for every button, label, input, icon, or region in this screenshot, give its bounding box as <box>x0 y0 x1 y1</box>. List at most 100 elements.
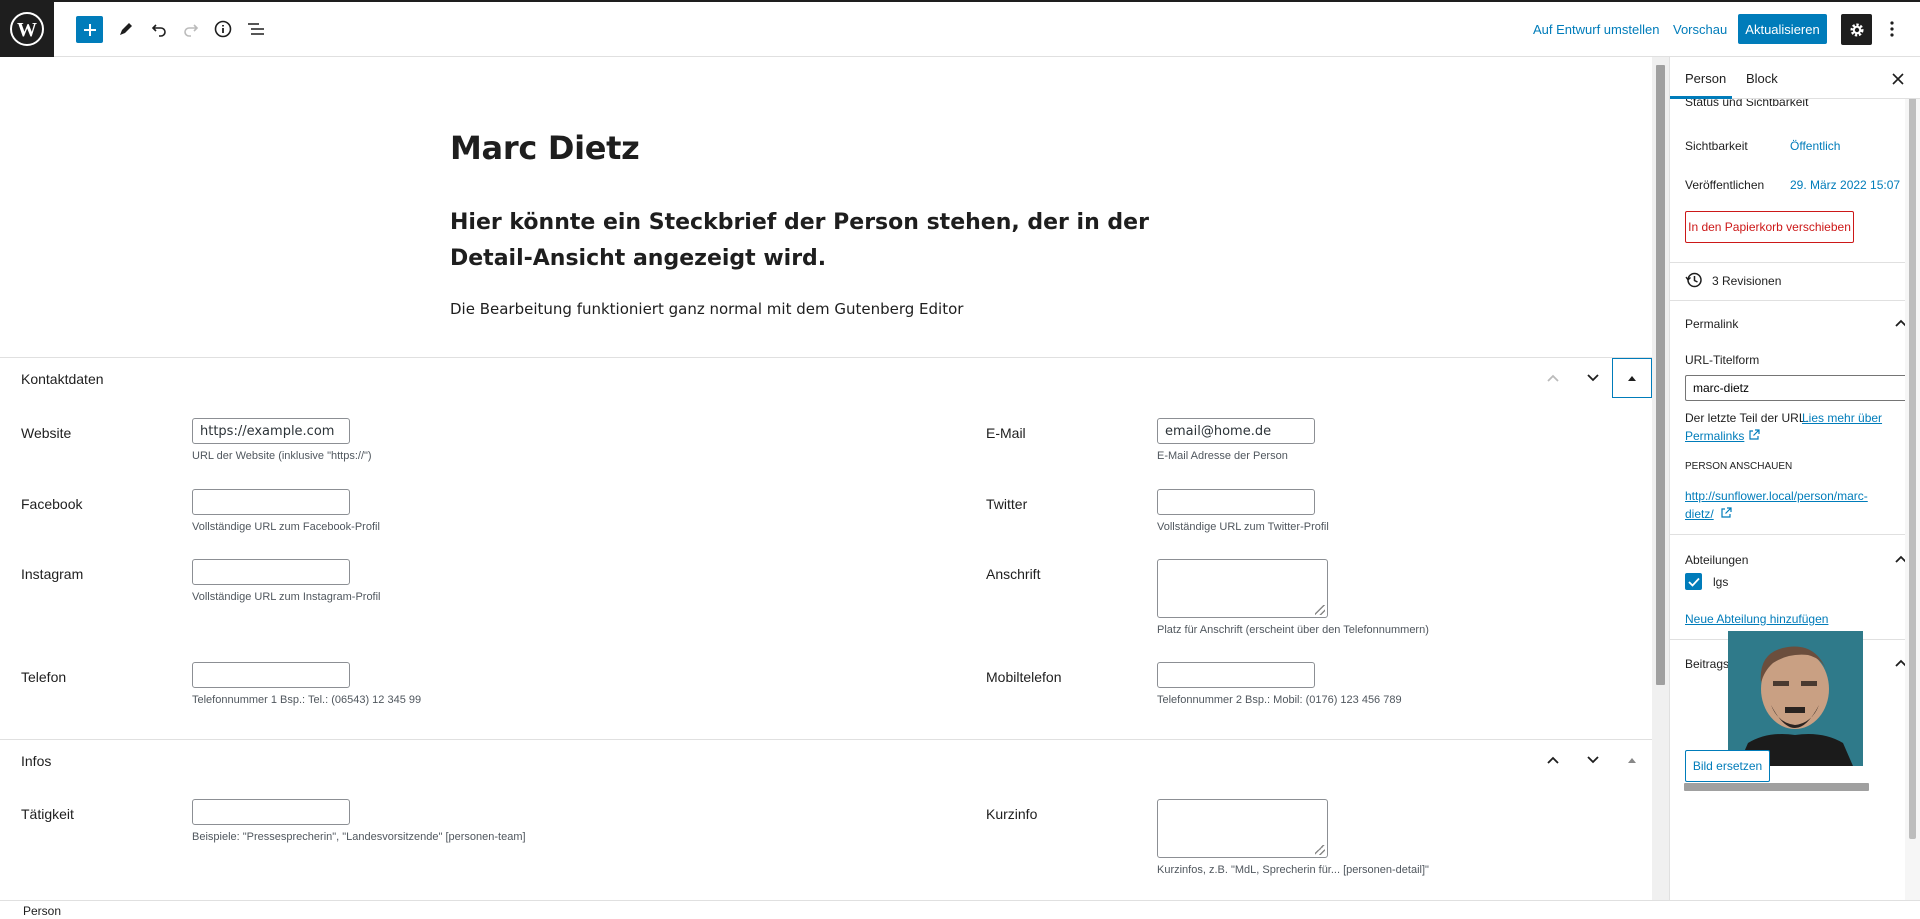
switch-to-draft-button[interactable]: Auf Entwurf umstellen <box>1533 22 1659 37</box>
settings-sidebar: Status und Sichtbarkeit Sichtbarkeit Öff… <box>1669 57 1920 900</box>
metabox-header: Infos <box>0 740 1652 780</box>
kurzinfo-label: Kurzinfo <box>986 806 1038 822</box>
kurzinfo-textarea[interactable] <box>1157 799 1328 858</box>
redo-button[interactable] <box>178 16 204 42</box>
update-button[interactable]: Aktualisieren <box>1738 14 1827 44</box>
replace-image-button[interactable]: Bild ersetzen <box>1685 750 1770 782</box>
twitter-label: Twitter <box>986 496 1028 512</box>
divider <box>1670 534 1920 535</box>
tab-person[interactable]: Person <box>1685 71 1726 86</box>
anschrift-desc: Platz für Anschrift (erscheint über den … <box>1157 624 1429 636</box>
permalink-panel-title[interactable]: Permalink <box>1685 317 1738 331</box>
permalink-help-link[interactable]: Lies mehr über <box>1802 411 1882 425</box>
toggle-panel-button[interactable] <box>1612 740 1652 780</box>
add-block-button[interactable] <box>76 16 103 43</box>
more-options-button[interactable] <box>1882 16 1902 42</box>
taetigkeit-input[interactable] <box>192 799 350 825</box>
facebook-label: Facebook <box>21 496 83 512</box>
editor-scrollbar[interactable] <box>1652 57 1669 900</box>
chevron-up-icon <box>1547 756 1559 764</box>
caret-up-icon <box>1628 376 1636 381</box>
list-view-button[interactable] <box>243 16 269 42</box>
move-up-button[interactable] <box>1533 358 1573 398</box>
editor-header: W Auf Entwurf umstellen Vorschau Aktuali… <box>0 0 1920 57</box>
featured-image[interactable] <box>1728 631 1863 766</box>
departments-panel-title[interactable]: Abteilungen <box>1685 553 1748 567</box>
checkmark-icon <box>1687 577 1700 587</box>
caret-up-icon <box>1628 758 1636 763</box>
facebook-input[interactable] <box>192 489 350 515</box>
wordpress-logo-icon[interactable]: W <box>0 0 54 57</box>
gear-icon <box>1850 23 1863 36</box>
taetigkeit-label: Tätigkeit <box>21 806 74 822</box>
chevron-up-icon <box>1547 374 1559 382</box>
email-label: E-Mail <box>986 425 1026 441</box>
tab-block[interactable]: Block <box>1746 71 1778 86</box>
instagram-input[interactable] <box>192 559 350 585</box>
info-icon <box>214 20 232 38</box>
telefon-input[interactable] <box>192 662 350 688</box>
tools-button[interactable] <box>113 16 139 42</box>
twitter-desc: Vollständige URL zum Twitter-Profil <box>1157 521 1329 533</box>
kurzinfo-desc: Kurzinfos, z.B. "MdL, Sprecherin für... … <box>1157 864 1429 876</box>
external-link-icon <box>1749 429 1760 440</box>
active-tab-indicator <box>1670 96 1732 99</box>
instagram-desc: Vollständige URL zum Instagram-Profil <box>192 591 381 603</box>
permalink-help-link-2[interactable]: Permalinks <box>1685 429 1744 443</box>
toggle-panel-button[interactable] <box>1612 358 1652 398</box>
metabox-kontaktdaten: Kontaktdaten Website URL der Website (in… <box>0 357 1652 739</box>
website-label: Website <box>21 425 72 441</box>
view-person-link-2[interactable]: dietz/ <box>1685 507 1714 521</box>
post-title[interactable]: Marc Dietz <box>450 129 640 167</box>
heading-block[interactable]: Hier könnte ein Steckbrief der Person st… <box>450 205 1190 277</box>
move-down-button[interactable] <box>1573 740 1613 780</box>
svg-text:W: W <box>17 19 37 41</box>
divider <box>1670 300 1920 301</box>
move-up-button[interactable] <box>1533 740 1573 780</box>
add-department-link[interactable]: Neue Abteilung hinzufügen <box>1685 612 1828 626</box>
move-down-button[interactable] <box>1573 358 1613 398</box>
external-link-icon <box>1721 507 1732 518</box>
editor-canvas: Marc Dietz Hier könnte ein Steckbrief de… <box>0 57 1652 900</box>
email-input[interactable] <box>1157 418 1315 444</box>
website-input[interactable] <box>192 418 350 444</box>
history-icon <box>1685 271 1705 291</box>
more-vertical-icon <box>1890 21 1894 37</box>
email-desc: E-Mail Adresse der Person <box>1157 450 1288 462</box>
move-to-trash-button[interactable]: In den Papierkorb verschieben <box>1685 211 1854 243</box>
paragraph-block[interactable]: Die Bearbeitung funktioniert ganz normal… <box>450 300 963 318</box>
sidebar-scrollbar[interactable] <box>1905 57 1920 900</box>
revisions-button[interactable]: 3 Revisionen <box>1712 274 1781 288</box>
view-person-link[interactable]: http://sunflower.local/person/marc- <box>1685 489 1868 503</box>
telefon-desc: Telefonnummer 1 Bsp.: Tel.: (06543) 12 3… <box>192 694 422 706</box>
twitter-input[interactable] <box>1157 489 1315 515</box>
department-label: lgs <box>1713 575 1729 589</box>
metabox-title: Infos <box>21 753 52 769</box>
settings-button[interactable] <box>1841 14 1872 45</box>
anschrift-textarea[interactable] <box>1157 559 1328 618</box>
details-button[interactable] <box>210 16 236 42</box>
slug-input[interactable] <box>1685 375 1920 401</box>
slug-help: Der letzte Teil der URL. <box>1685 411 1809 425</box>
close-sidebar-button[interactable] <box>1888 69 1908 89</box>
publish-label: Veröffentlichen <box>1685 178 1765 192</box>
visibility-toggle[interactable]: Öffentlich <box>1790 139 1840 153</box>
mobil-input[interactable] <box>1157 662 1315 688</box>
scrollbar-thumb[interactable] <box>1909 69 1916 839</box>
metabox-infos: Infos Tätigkeit Beispiele: "Pressesprech… <box>0 739 1652 899</box>
breadcrumb-item[interactable]: Person <box>23 904 61 918</box>
chevron-down-icon <box>1587 374 1599 382</box>
plus-icon <box>83 23 96 36</box>
divider <box>1670 262 1920 263</box>
undo-button[interactable] <box>146 16 172 42</box>
scrollbar-thumb[interactable] <box>1656 65 1665 685</box>
sidebar-horizontal-scrollbar[interactable] <box>1684 783 1869 791</box>
telefon-label: Telefon <box>21 669 67 685</box>
close-icon <box>1892 73 1904 85</box>
metabox-title: Kontaktdaten <box>21 371 104 387</box>
department-checkbox[interactable] <box>1685 573 1702 590</box>
sidebar-tabs: Person Block <box>1670 57 1920 99</box>
website-desc: URL der Website (inklusive "https://") <box>192 450 372 462</box>
publish-date-toggle[interactable]: 29. März 2022 15:07 <box>1790 178 1900 192</box>
preview-button[interactable]: Vorschau <box>1673 22 1727 37</box>
